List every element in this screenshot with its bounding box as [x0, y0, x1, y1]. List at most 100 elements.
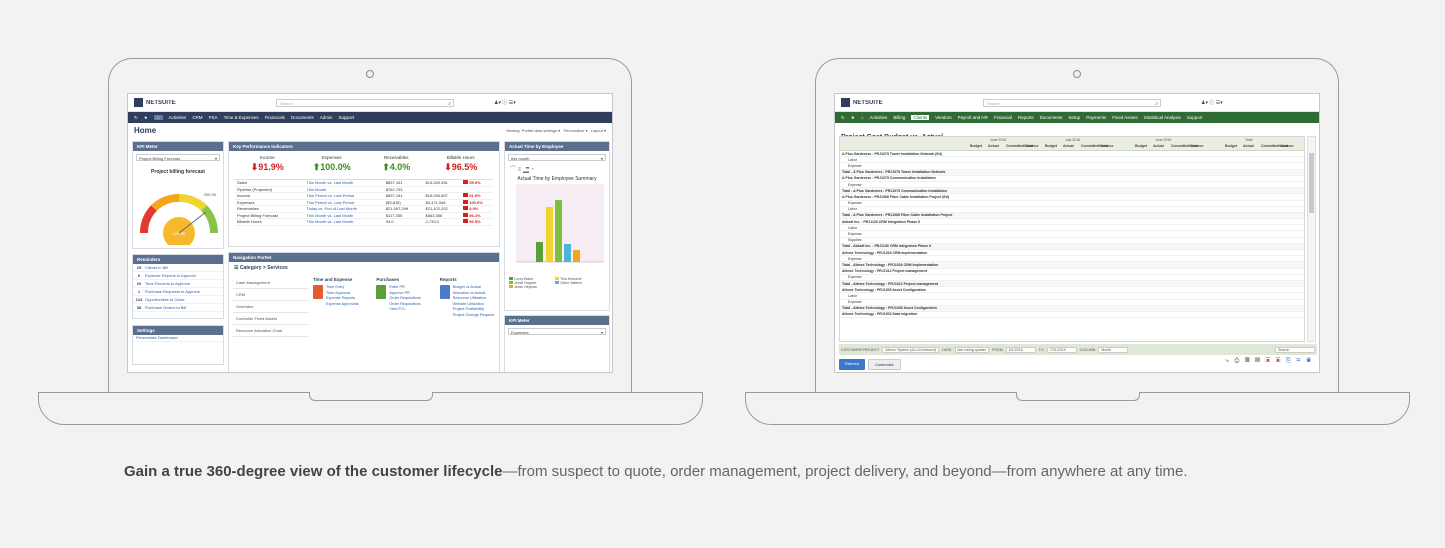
nav-item-1[interactable]: CRM	[192, 115, 202, 120]
column-header[interactable]: Budget	[1045, 144, 1057, 148]
filter-input-4[interactable]: 7/31/2016	[1046, 346, 1077, 353]
search-input[interactable]: Search ⌕	[276, 98, 454, 107]
kpi-row[interactable]: Billable Hours This Month vs. Last Month 9…	[235, 219, 493, 226]
kpi-meter-select[interactable]: Project Billing Forecast ▾	[136, 154, 220, 161]
search-icon-2[interactable]: ⌕	[1155, 101, 1158, 107]
layout-menu[interactable]: Layout ▾	[591, 128, 606, 133]
filter-input-2[interactable]: last rolling quarter	[954, 346, 990, 353]
category-breadcrumb[interactable]: Category > Services	[240, 265, 288, 271]
column-header[interactable]: Variance	[1099, 144, 1113, 148]
reminder-item[interactable]: 38 Purchase Orders to Bill	[133, 304, 223, 312]
recent-icon[interactable]: ↻	[134, 115, 138, 121]
nav-link[interactable]: Expense Reports	[326, 296, 359, 302]
nav-menu-item[interactable]: Cash Management	[233, 277, 309, 289]
table-scrollbar[interactable]	[1307, 136, 1316, 342]
reminder-text[interactable]: Clients in Bill	[145, 265, 168, 270]
home-icon-2[interactable]: ⌂	[861, 115, 864, 120]
chart-bar	[536, 242, 543, 262]
kpi-period[interactable]: This Month	[304, 187, 383, 192]
reminder-count: 20	[136, 281, 142, 286]
user-menu-icon-2[interactable]: ♟▾ ⓘ ☰▾	[1201, 99, 1223, 106]
nav-link[interactable]: Order Requisitions	[389, 296, 420, 302]
column-header[interactable]: Variance	[1279, 144, 1293, 148]
star-icon-2[interactable]: ★	[851, 115, 855, 121]
nav-menu-item[interactable]: Resource Allocation Chart	[233, 325, 309, 337]
export-icons[interactable]: ⤷ ⎙ ▦ ▥ ▣ ▣ ⎘ ✉ ◉	[1226, 358, 1313, 365]
kpi-period[interactable]: This Period vs. Last Period	[304, 200, 383, 205]
kpi-period[interactable]: This Period vs. Last Period	[304, 193, 383, 198]
search-icon[interactable]: ⌕	[448, 101, 451, 107]
nav-link[interactable]: Expense Approvals	[326, 302, 359, 308]
nav-menu-item[interactable]: Overrides	[233, 301, 309, 313]
nav-menu-item[interactable]: Controller Fixed Assets	[233, 313, 309, 325]
personalize-menu[interactable]: Personalize ▾	[563, 128, 587, 133]
nav-item-3[interactable]: Time & Expenses	[224, 115, 259, 120]
column-header[interactable]: Variance	[1189, 144, 1203, 148]
nav-item-2[interactable]: PSA	[209, 115, 218, 120]
reminder-item[interactable]: 1 Purchase Requests to Approve	[133, 288, 223, 296]
star-icon[interactable]: ★	[144, 115, 148, 121]
refresh-button[interactable]: Refresh	[839, 359, 866, 370]
nav-item-r-4[interactable]: Payroll and HR	[958, 115, 988, 120]
nav-item-4[interactable]: Financials	[265, 115, 285, 120]
personalize-dashboard-link[interactable]: Personalize Dashboard	[136, 335, 178, 340]
column-header[interactable]: Budget	[1135, 144, 1147, 148]
chart-type-icons[interactable]: ⌒ ≡ ▙ ◔	[510, 164, 609, 173]
column-header[interactable]: Actual	[1153, 144, 1164, 148]
nav-menu-item[interactable]: CRM	[233, 289, 309, 301]
nav-link[interactable]: View P.O.	[389, 307, 420, 313]
filter-input-1[interactable]: Alimex System (ALL/Continued)	[882, 346, 940, 353]
user-menu-icon[interactable]: ♟▾ ⓘ ☰▾	[494, 99, 516, 106]
kpi-period[interactable]: This Month vs. Last Month	[304, 213, 383, 218]
reminder-item[interactable]: 25 Clients in Bill	[133, 264, 223, 272]
nav-item-r-3[interactable]: Vendors	[935, 115, 952, 120]
reminder-text[interactable]: Time Records to Approve	[145, 281, 190, 286]
home-icon[interactable]: ⌂	[153, 115, 163, 120]
nav-item-r-10[interactable]: Fixed Assets	[1112, 115, 1138, 120]
nav-item-7[interactable]: Support	[338, 115, 354, 120]
nav-item-r-7[interactable]: Documents	[1040, 115, 1063, 120]
kpi-value-cell: ⬇96.5%	[429, 162, 494, 173]
filter-input-5[interactable]: Month	[1098, 346, 1129, 353]
viewing-menu[interactable]: Viewing: Portlet data settings ▾	[506, 128, 561, 133]
nav-item-r-6[interactable]: Reports	[1018, 115, 1034, 120]
report-row[interactable]: Alimex Technology : PRJ1002 Data migrati…	[840, 311, 1304, 319]
reminder-text[interactable]: Purchase Requests to Approve	[145, 289, 200, 294]
column-header[interactable]: Budget	[1225, 144, 1237, 148]
kpi-period[interactable]: This Month vs. Last Month	[304, 180, 383, 185]
reminder-item[interactable]: 20 Time Records to Approve	[133, 280, 223, 288]
filter-search[interactable]: Search	[1275, 346, 1315, 353]
period-select[interactable]: this month ▾	[508, 154, 606, 161]
column-header[interactable]: Budget	[970, 144, 982, 148]
filter-input-3[interactable]: 6/1/2016	[1005, 346, 1036, 353]
column-header[interactable]: Actual	[1243, 144, 1254, 148]
nav-item-r-1[interactable]: Billing	[893, 115, 905, 120]
nav-item-r-11[interactable]: Statistical Analysis	[1144, 115, 1181, 120]
kpi-period[interactable]: Today vs. End of Last Month	[304, 206, 383, 211]
nav-item-5[interactable]: Documents	[291, 115, 314, 120]
recent-icon-2[interactable]: ↻	[841, 115, 845, 121]
nav-item-6[interactable]: Admin	[320, 115, 333, 120]
nav-link[interactable]: Project Change Request	[453, 313, 494, 319]
kpi-period[interactable]: This Month vs. Last Month	[304, 219, 383, 224]
reminder-text[interactable]: Expense Reports to Approve	[145, 273, 196, 278]
nav-item-r-8[interactable]: Setup	[1068, 115, 1080, 120]
reminder-item[interactable]: 6 Expense Reports to Approve	[133, 272, 223, 280]
reminder-item[interactable]: 124 Opportunities to Close	[133, 296, 223, 304]
nav-item-r-2[interactable]: Clients	[911, 115, 930, 120]
column-header[interactable]: Variance	[1024, 144, 1038, 148]
nav-column-reports: Reports Budget vs Actual Allocation vs Act…	[436, 277, 499, 318]
column-header[interactable]: Actual	[988, 144, 999, 148]
nav-item-r-5[interactable]: Financial	[994, 115, 1012, 120]
nav-item-r-9[interactable]: Payments	[1086, 115, 1106, 120]
search-input-2[interactable]: Search ⌕	[983, 98, 1161, 107]
reminder-text[interactable]: Purchase Orders to Bill	[145, 305, 186, 310]
column-header[interactable]: Actual	[1063, 144, 1074, 148]
customize-button[interactable]: Customize	[868, 359, 901, 370]
nav-item-r-0[interactable]: Activities	[870, 115, 888, 120]
reminder-text[interactable]: Opportunities to Close	[145, 297, 185, 302]
nav-item-r-12[interactable]: Support	[1187, 115, 1203, 120]
nav-item-0[interactable]: Activities	[169, 115, 187, 120]
kpi-meter2-select[interactable]: Expenses ▾	[508, 328, 606, 335]
nav-column-head: Reports	[439, 277, 457, 282]
